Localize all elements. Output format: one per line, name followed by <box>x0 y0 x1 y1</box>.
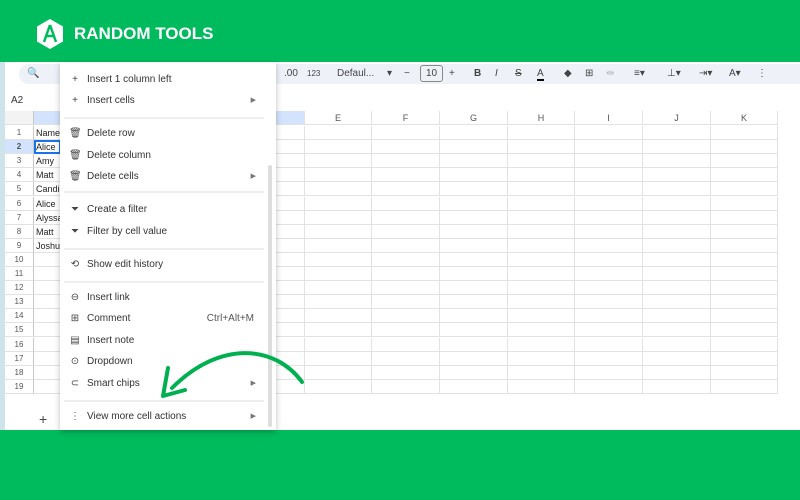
annotation-arrow <box>161 351 304 398</box>
